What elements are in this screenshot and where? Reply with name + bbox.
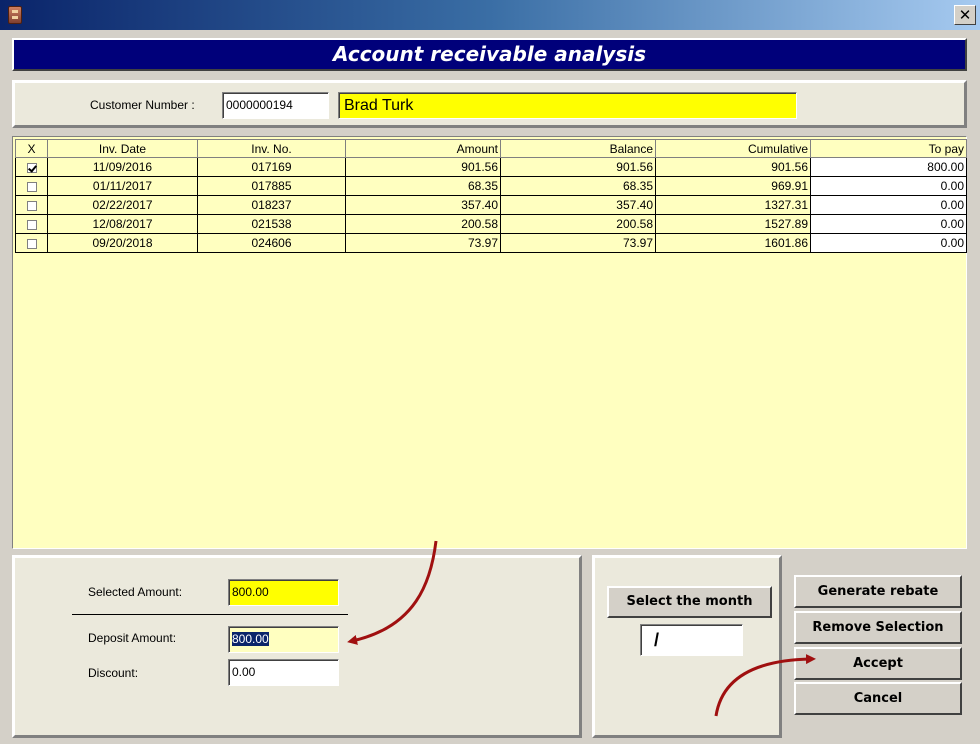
row-checkbox[interactable]: [26, 219, 37, 230]
table-row[interactable]: 09/20/2018 024606 73.97 73.97 1601.86 0.…: [15, 233, 967, 253]
column-header-cumulative[interactable]: Cumulative: [655, 139, 811, 158]
to-pay-cell[interactable]: 0.00: [810, 233, 967, 253]
balance-cell: 200.58: [500, 214, 656, 234]
to-pay-cell[interactable]: 0.00: [810, 214, 967, 234]
table-header: X Inv. Date Inv. No. Amount Balance Cumu…: [15, 139, 967, 158]
balance-cell: 357.40: [500, 195, 656, 215]
amounts-panel: Selected Amount: 800.00 Deposit Amount: …: [12, 555, 582, 738]
column-header-select[interactable]: X: [15, 139, 48, 158]
generate-rebate-button[interactable]: Generate rebate: [794, 575, 962, 608]
inv-date-cell: 11/09/2016: [47, 157, 198, 177]
discount-label: Discount:: [88, 666, 139, 680]
selected-amount-label: Selected Amount:: [88, 585, 183, 599]
cancel-button[interactable]: Cancel: [794, 682, 962, 715]
table-row[interactable]: 11/09/2016 017169 901.56 901.56 901.56 8…: [15, 157, 967, 177]
deposit-amount-selection: 800.00: [232, 632, 269, 646]
inv-date-cell: 01/11/2017: [47, 176, 198, 196]
inv-date-cell: 09/20/2018: [47, 233, 198, 253]
column-header-inv-no[interactable]: Inv. No.: [197, 139, 346, 158]
cumulative-cell: 1601.86: [655, 233, 811, 253]
balance-cell: 901.56: [500, 157, 656, 177]
row-checkbox[interactable]: [26, 162, 37, 173]
to-pay-cell[interactable]: 0.00: [810, 176, 967, 196]
row-checkbox[interactable]: [26, 200, 37, 211]
table-row[interactable]: 02/22/2017 018237 357.40 357.40 1327.31 …: [15, 195, 967, 215]
inv-no-cell: 017169: [197, 157, 346, 177]
to-pay-cell[interactable]: 0.00: [810, 195, 967, 215]
column-header-inv-date[interactable]: Inv. Date: [47, 139, 198, 158]
to-pay-cell[interactable]: 800.00: [810, 157, 967, 177]
page-title: Account receivable analysis: [12, 38, 967, 71]
amount-cell: 73.97: [345, 233, 501, 253]
column-header-amount[interactable]: Amount: [345, 139, 501, 158]
column-header-to-pay[interactable]: To pay: [810, 139, 967, 158]
row-checkbox[interactable]: [26, 181, 37, 192]
balance-cell: 68.35: [500, 176, 656, 196]
cumulative-cell: 969.91: [655, 176, 811, 196]
inv-no-cell: 017885: [197, 176, 346, 196]
invoice-grid: X Inv. Date Inv. No. Amount Balance Cumu…: [12, 136, 967, 549]
cumulative-cell: 901.56: [655, 157, 811, 177]
amount-cell: 68.35: [345, 176, 501, 196]
accept-button[interactable]: Accept: [794, 647, 962, 680]
amount-cell: 357.40: [345, 195, 501, 215]
separator-line: [72, 614, 348, 615]
month-panel: Select the month /: [592, 555, 782, 738]
cumulative-cell: 1527.89: [655, 214, 811, 234]
close-button[interactable]: ✕: [954, 5, 976, 25]
column-header-balance[interactable]: Balance: [500, 139, 656, 158]
title-bar: ✕: [0, 0, 980, 30]
balance-cell: 73.97: [500, 233, 656, 253]
inv-date-cell: 12/08/2017: [47, 214, 198, 234]
select-month-button[interactable]: Select the month: [607, 586, 772, 618]
inv-date-cell: 02/22/2017: [47, 195, 198, 215]
customer-number-label: Customer Number :: [90, 98, 195, 112]
remove-selection-button[interactable]: Remove Selection: [794, 611, 962, 644]
amount-cell: 901.56: [345, 157, 501, 177]
cumulative-cell: 1327.31: [655, 195, 811, 215]
discount-field[interactable]: 0.00: [228, 659, 339, 686]
customer-panel: Customer Number : 0000000194 Brad Turk: [12, 80, 967, 128]
selected-amount-field: 800.00: [228, 579, 339, 606]
row-checkbox[interactable]: [26, 238, 37, 249]
customer-number-field[interactable]: 0000000194: [222, 92, 329, 119]
customer-name-field[interactable]: Brad Turk: [338, 92, 797, 119]
deposit-amount-label: Deposit Amount:: [88, 631, 177, 645]
table-row[interactable]: 12/08/2017 021538 200.58 200.58 1527.89 …: [15, 214, 967, 234]
inv-no-cell: 021538: [197, 214, 346, 234]
amount-cell: 200.58: [345, 214, 501, 234]
deposit-amount-field[interactable]: 800.00: [228, 626, 339, 653]
app-icon[interactable]: [8, 6, 22, 24]
inv-no-cell: 018237: [197, 195, 346, 215]
inv-no-cell: 024606: [197, 233, 346, 253]
table-row[interactable]: 01/11/2017 017885 68.35 68.35 969.91 0.0…: [15, 176, 967, 196]
month-field[interactable]: /: [640, 624, 743, 656]
invoice-table: X Inv. Date Inv. No. Amount Balance Cumu…: [15, 139, 967, 253]
